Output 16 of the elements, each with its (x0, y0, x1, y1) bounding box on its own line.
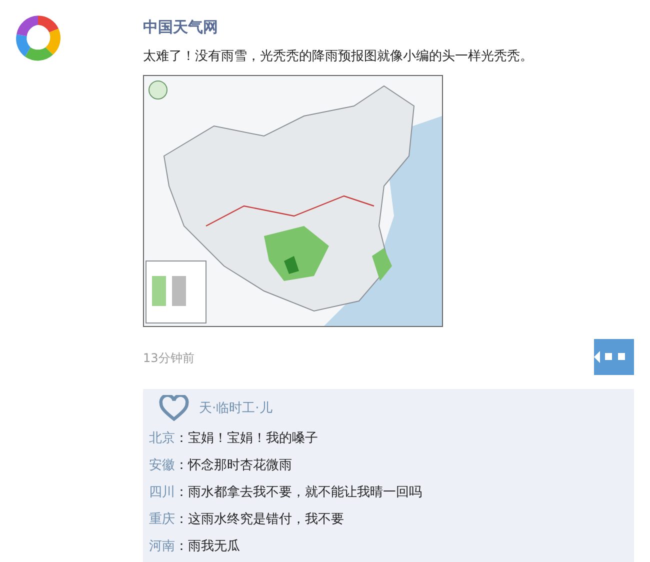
commenter-name[interactable]: 安徽 (149, 458, 175, 473)
author-name[interactable]: 中国天气网 (143, 18, 634, 37)
commenter-name[interactable]: 重庆 (149, 512, 175, 527)
comment-text: ：怀念那时杏花微雨 (175, 458, 292, 473)
comment-button[interactable] (594, 339, 634, 375)
commenter-name[interactable]: 河南 (149, 539, 175, 554)
comment-text: ：雨水都拿去我不要，就不能让我晴一回吗 (175, 485, 422, 500)
comment-text: ：雨我无瓜 (175, 539, 240, 554)
post-text: 太难了！没有雨雪，光秃秃的降雨预报图就像小编的头一样光秃秃。 (143, 48, 534, 65)
like-names[interactable]: 天·临时工·儿 (199, 399, 272, 417)
commenter-name[interactable]: 北京 (149, 431, 175, 446)
heart-icon (159, 395, 189, 421)
post-time: 13分钟前 (143, 350, 194, 366)
commenter-name[interactable]: 四川 (149, 485, 175, 500)
comment-text: ：这雨水终究是错付，我不要 (175, 512, 344, 527)
comment-text: ：宝娟！宝娟！我的嗓子 (175, 431, 318, 446)
